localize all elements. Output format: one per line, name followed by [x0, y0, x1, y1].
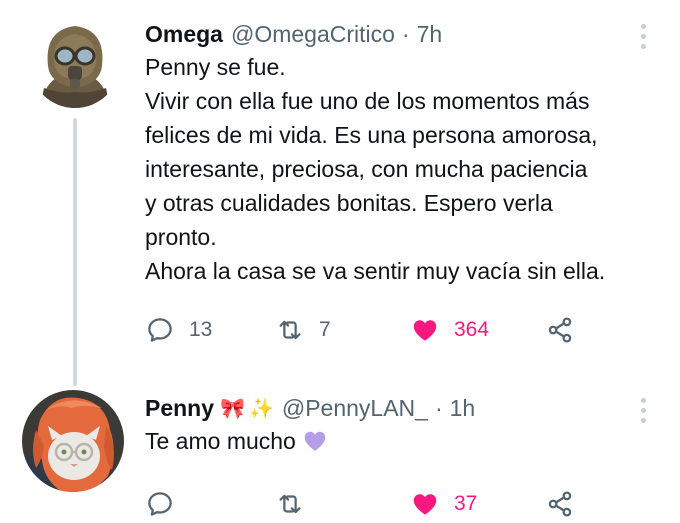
separator-dot: ·: [401, 20, 410, 47]
tweet-content: Penny 🎀 ✨ @PennyLAN_ · 1h Te amo mucho 3…: [145, 392, 650, 517]
tweet-actions: 37: [145, 488, 605, 520]
tweet-text-content: Te amo mucho: [145, 428, 296, 454]
reply-button[interactable]: [145, 488, 175, 520]
share-icon: [548, 491, 572, 517]
like-count: 37: [454, 492, 478, 515]
tweet-text-line: interesante, preciosa, con mucha pacienc…: [145, 156, 588, 182]
like-count: 364: [454, 318, 490, 341]
timestamp[interactable]: 7h: [417, 21, 443, 48]
retweet-icon: [279, 320, 301, 340]
separator-dot: ·: [434, 394, 443, 421]
tweet-text-line: Vivir con ella fue uno de los momentos m…: [145, 88, 590, 114]
retweet-count: 7: [319, 318, 331, 341]
share-icon: [548, 317, 572, 343]
tweet-text: Te amo mucho: [145, 424, 650, 458]
user-handle[interactable]: @OmegaCritico: [231, 21, 395, 48]
more-options-icon[interactable]: [636, 398, 650, 424]
display-name[interactable]: Omega: [145, 21, 223, 48]
tweet-text-line: Penny se fue.: [145, 54, 286, 80]
share-button[interactable]: [545, 314, 575, 346]
share-button[interactable]: [545, 488, 575, 520]
tweet-text-line: y otras cualidades bonitas. Espero verla: [145, 190, 553, 216]
retweet-icon: [279, 494, 301, 514]
tweet-text-line: felices de mi vida. Es una persona amoro…: [145, 122, 598, 148]
ribbon-emoji: 🎀: [220, 396, 245, 420]
retweet-button[interactable]: [275, 488, 305, 520]
tweet-header: Omega @OmegaCritico · 7h: [145, 18, 650, 50]
avatar[interactable]: [30, 18, 120, 108]
heart-filled-icon: [413, 320, 437, 341]
reply-icon: [148, 492, 172, 516]
like-button[interactable]: 364: [410, 314, 489, 346]
cat-with-glasses-avatar-icon: [22, 390, 124, 492]
tweet-header: Penny 🎀 ✨ @PennyLAN_ · 1h: [145, 392, 650, 424]
user-handle[interactable]: @PennyLAN_: [282, 395, 428, 422]
sparkles-emoji: ✨: [248, 396, 274, 420]
more-options-icon[interactable]: [636, 24, 650, 50]
tweet[interactable]: Omega @OmegaCritico · 7h Penny se fue. V…: [0, 0, 680, 386]
purple-heart-icon: [304, 431, 326, 451]
tweet-actions: 13 7 364: [145, 314, 605, 346]
avatar[interactable]: [22, 390, 124, 492]
reply-icon: [148, 318, 172, 342]
tweet-text-line: Ahora la casa se va sentir muy vacía sin…: [145, 258, 606, 284]
like-button[interactable]: 37: [410, 488, 477, 520]
gas-mask-avatar-icon: [30, 18, 120, 108]
retweet-button[interactable]: 7: [275, 314, 331, 346]
tweet-content: Omega @OmegaCritico · 7h Penny se fue. V…: [145, 18, 650, 343]
thread-line: [73, 118, 77, 386]
reply-button[interactable]: 13: [145, 314, 212, 346]
tweet-text-line: Te amo mucho: [145, 424, 650, 458]
reply-count: 13: [189, 318, 213, 341]
heart-filled-icon: [413, 494, 437, 515]
timestamp[interactable]: 1h: [450, 395, 476, 422]
tweet[interactable]: Penny 🎀 ✨ @PennyLAN_ · 1h Te amo mucho 3…: [0, 380, 680, 523]
display-name[interactable]: Penny: [145, 395, 214, 422]
tweet-text: Penny se fue. Vivir con ella fue uno de …: [145, 50, 650, 288]
tweet-text-line: pronto.: [145, 224, 217, 250]
